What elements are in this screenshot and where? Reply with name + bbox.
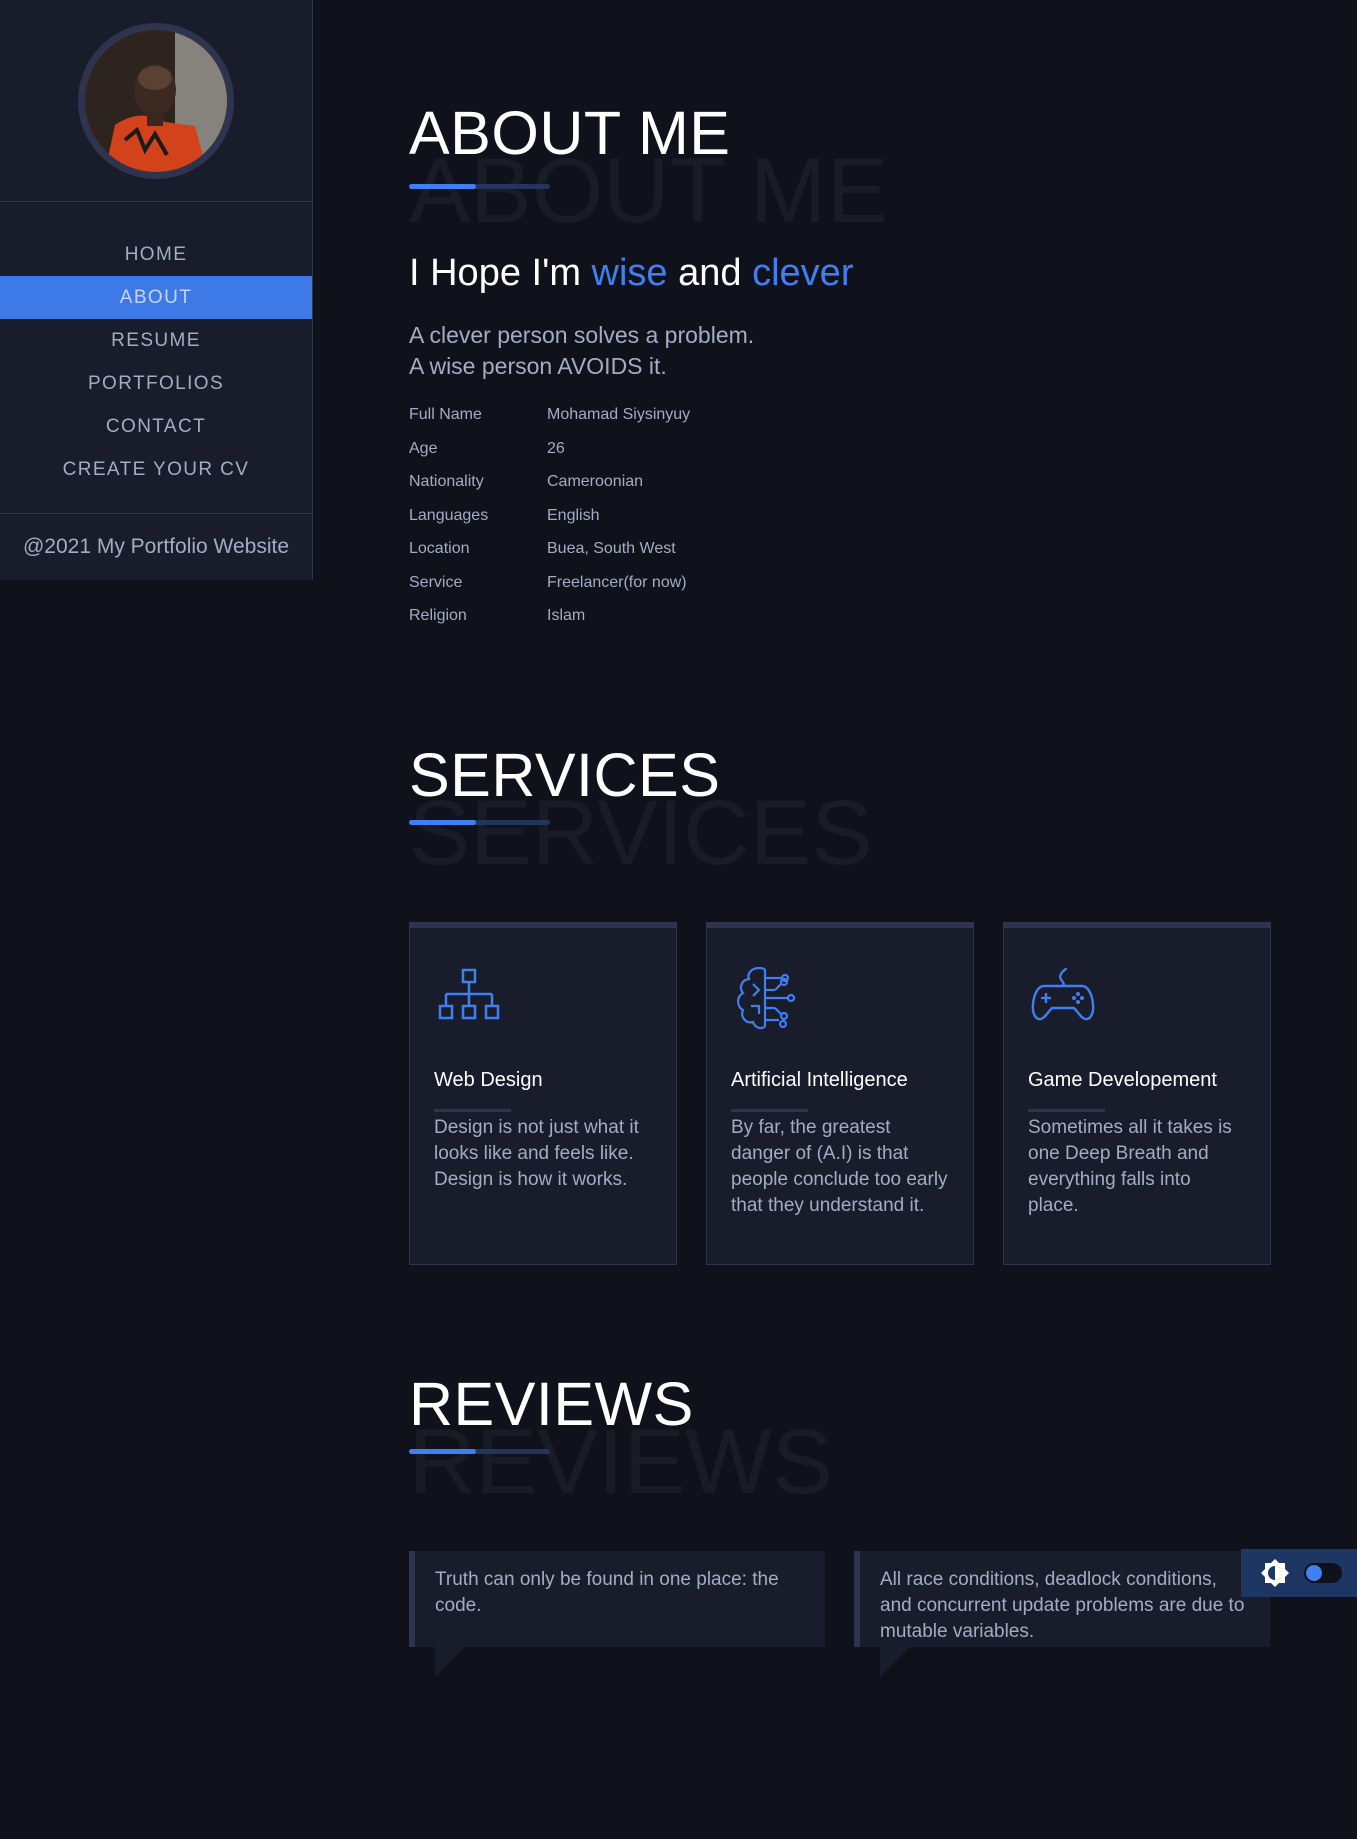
service-underline	[1028, 1109, 1105, 1112]
hope-prefix: I Hope I'm	[409, 252, 592, 294]
info-value: Islam	[547, 607, 586, 624]
nav-item-create-cv[interactable]: CREATE YOUR CV	[0, 448, 312, 491]
about-title: ABOUT ME	[409, 99, 731, 167]
service-text: Sometimes all it takes is one Deep Breat…	[1028, 1117, 1232, 1216]
info-key: Religion	[409, 607, 467, 624]
reviews-section-title: REVIEWS REVIEWS	[409, 1369, 1271, 1513]
info-value: Mohamad Siysinyuy	[547, 406, 691, 423]
personal-info-table: Full Name Mohamad Siysinyuy Age 26 Nationa…	[409, 406, 690, 641]
info-value: Cameroonian	[547, 473, 644, 490]
info-key: Languages	[409, 506, 489, 524]
review-item: All race conditions, deadlock conditions…	[854, 1551, 1270, 1677]
info-value: Buea, South West	[547, 540, 676, 557]
quote-line-1: A clever person solves a problem.	[409, 322, 755, 348]
info-key: Location	[409, 540, 470, 557]
service-title: Game Developement	[1028, 1069, 1217, 1091]
sidebar: HOME ABOUT RESUME PORTFOLIOS CONTACT CRE…	[0, 0, 313, 580]
about-quote: A clever person solves a problem. A wise…	[409, 320, 754, 382]
hope-wise: wise	[591, 252, 668, 294]
info-value: Freelancer(for now)	[547, 573, 687, 591]
avatar	[78, 22, 234, 179]
sidebar-footer: @2021 My Portfolio Website	[0, 513, 312, 580]
info-row: Languages English	[409, 507, 690, 541]
info-row: Service Freelancer(for now)	[409, 574, 690, 608]
main-nav: HOME ABOUT RESUME PORTFOLIOS CONTACT CRE…	[0, 202, 312, 491]
service-card-game-dev: Game Developement Sometimes all it takes…	[1003, 922, 1271, 1265]
sitemap-icon	[438, 968, 500, 1020]
review-item: Truth can only be found in one place: th…	[409, 1551, 825, 1677]
info-row: Full Name Mohamad Siysinyuy	[409, 406, 690, 440]
service-text: By far, the greatest danger of (A.I) is …	[731, 1117, 948, 1216]
theme-switch[interactable]	[1304, 1563, 1342, 1583]
service-title: Web Design	[434, 1069, 543, 1091]
info-row: Religion Islam	[409, 607, 690, 641]
nav-item-resume[interactable]: RESUME	[0, 319, 312, 362]
info-key: Full Name	[409, 406, 482, 423]
service-card-web-design: Web Design Design is not just what it lo…	[409, 922, 677, 1265]
nav-item-portfolios[interactable]: PORTFOLIOS	[0, 362, 312, 405]
nav-item-about[interactable]: ABOUT	[0, 276, 312, 319]
info-value: 26	[547, 439, 565, 457]
quote-line-2: A wise person AVOIDS it.	[409, 353, 667, 379]
reviews-title: REVIEWS	[409, 1370, 694, 1438]
hope-and: and	[667, 252, 753, 294]
service-card-ai: Artificial Intelligence By far, the grea…	[706, 922, 974, 1265]
hope-heading: I Hope I'm wise and clever	[409, 252, 853, 295]
brain-circuit-icon	[737, 966, 796, 1030]
service-underline	[731, 1109, 808, 1112]
nav-item-home[interactable]: HOME	[0, 233, 312, 276]
nav-item-contact[interactable]: CONTACT	[0, 405, 312, 448]
theme-toggle[interactable]	[1241, 1549, 1357, 1597]
info-value: English	[547, 506, 600, 524]
about-section-title: ABOUT ME ABOUT ME	[409, 98, 1271, 242]
gamepad-icon	[1031, 967, 1095, 1021]
theme-switch-knob	[1306, 1565, 1322, 1581]
services-title: SERVICES	[409, 741, 721, 809]
services-cards: Web Design Design is not just what it lo…	[409, 922, 1271, 1265]
about-title-bar	[409, 184, 550, 189]
services-title-bar	[409, 820, 550, 825]
avatar-area	[0, 0, 312, 202]
service-text: Design is not just what it looks like an…	[434, 1117, 639, 1190]
services-section-title: SERVICES SERVICES	[409, 740, 1271, 884]
service-title: Artificial Intelligence	[731, 1069, 908, 1091]
info-key: Nationality	[409, 473, 484, 490]
info-row: Age 26	[409, 440, 690, 474]
service-underline	[434, 1109, 511, 1112]
brightness-icon	[1261, 1559, 1289, 1587]
reviews-list: Truth can only be found in one place: th…	[409, 1551, 1270, 1677]
info-key: Age	[409, 439, 438, 457]
info-row: Nationality Cameroonian	[409, 473, 690, 507]
reviews-title-bar	[409, 1449, 550, 1454]
info-key: Service	[409, 573, 463, 591]
info-row: Location Buea, South West	[409, 540, 690, 574]
hope-clever: clever	[752, 252, 854, 294]
